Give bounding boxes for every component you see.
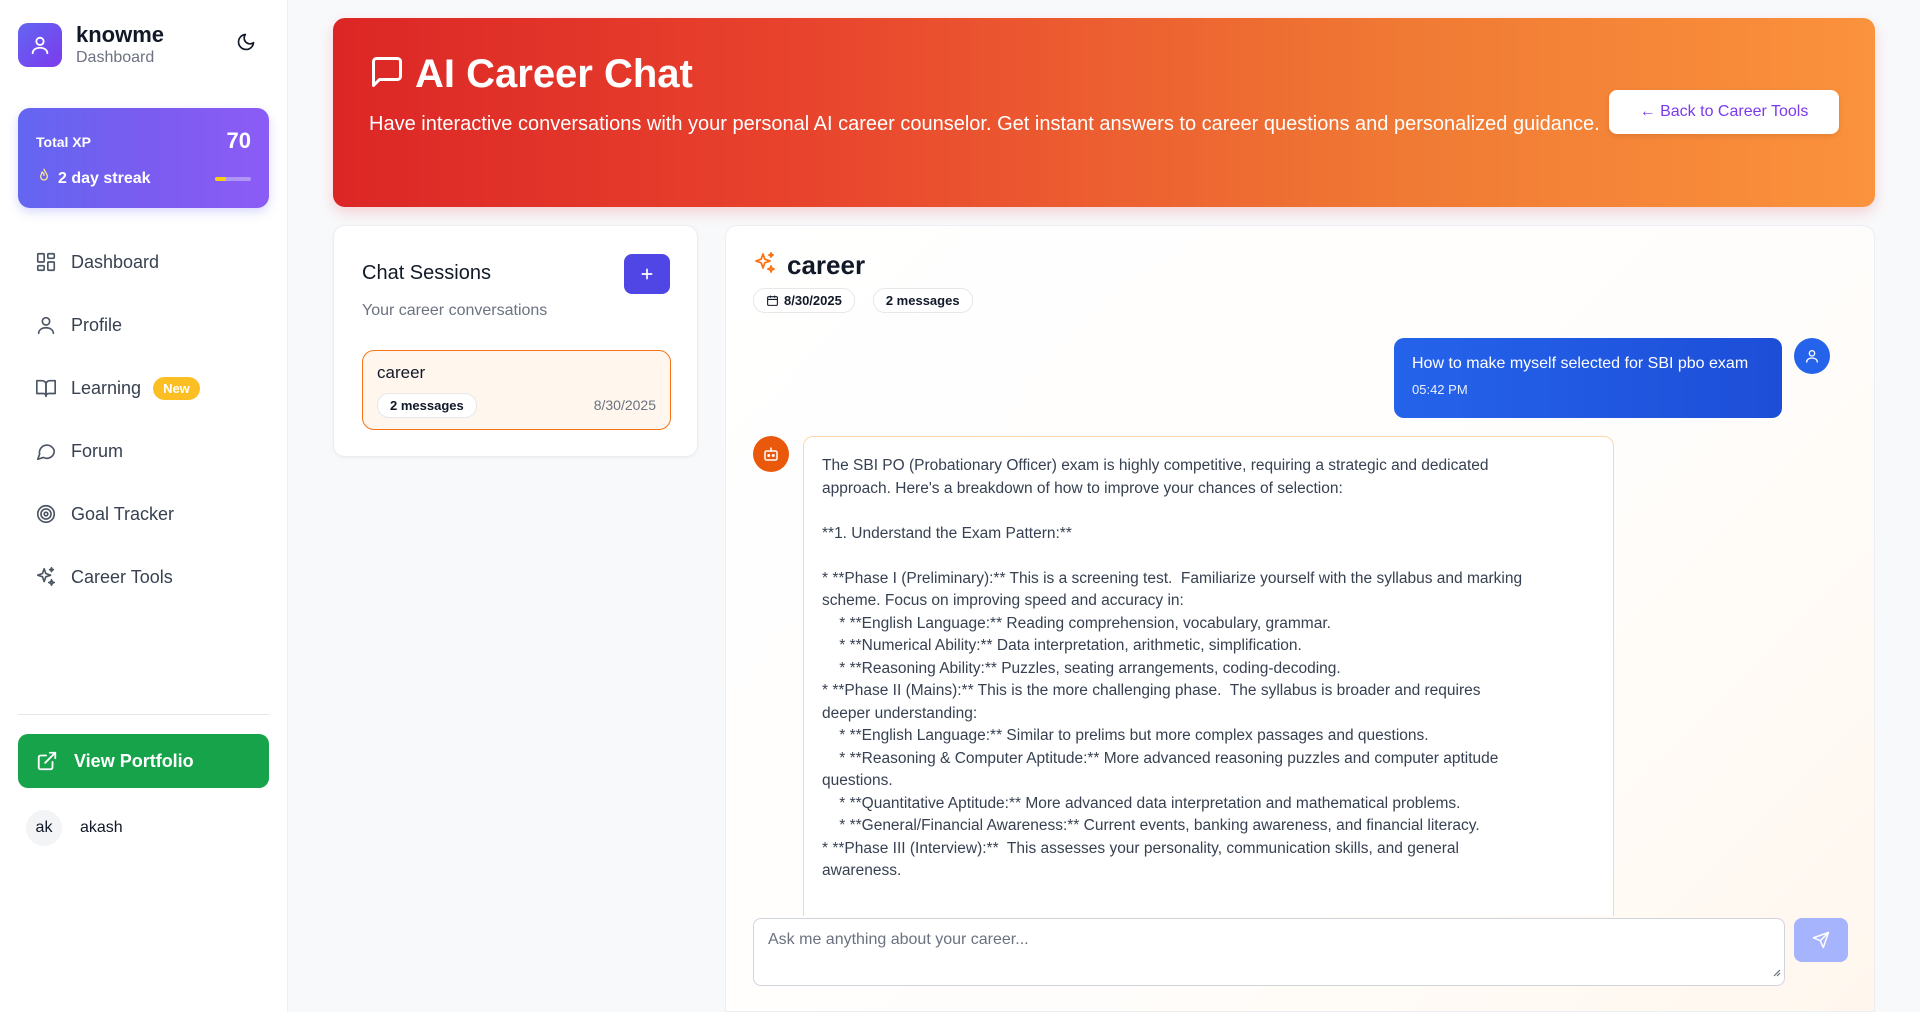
xp-progress-bar (215, 177, 251, 181)
user-message-text: How to make myself selected for SBI pbo … (1412, 355, 1749, 372)
bot-message-line: * **Reasoning Ability:** Puzzles, seatin… (822, 659, 1341, 677)
brand-name: knowme (76, 22, 165, 47)
new-badge: New (153, 376, 200, 400)
brand-subtitle: Dashboard (76, 49, 155, 66)
sidebar-item-label: Career Tools (71, 566, 173, 587)
chat-message-count: 2 messages (872, 288, 973, 313)
xp-progress-fill (215, 177, 226, 181)
sidebar-item-label: Forum (71, 440, 124, 461)
chat-input-wrapper (753, 918, 1785, 986)
chat-input[interactable] (754, 919, 1784, 985)
chat-date-badge: 8/30/2025 (753, 288, 855, 313)
sidebar-nav: Dashboard Profile Learning New Forum Goa… (18, 238, 269, 616)
grid-icon (36, 252, 56, 272)
brand-logo-user-icon (18, 23, 62, 67)
chat-bubble-icon (36, 444, 56, 461)
sidebar-item-forum[interactable]: Forum (18, 427, 269, 475)
xp-value: 70 (226, 128, 251, 153)
session-name: career (377, 363, 426, 382)
bot-message-line: awareness. (822, 862, 902, 879)
flame-icon (36, 168, 52, 189)
view-portfolio-label: View Portfolio (74, 750, 194, 771)
session-item[interactable]: career 2 messages 8/30/2025 (362, 350, 671, 430)
resize-handle-icon[interactable] (1771, 964, 1781, 982)
chat-bubble-icon (369, 54, 405, 95)
sidebar-item-dashboard[interactable]: Dashboard (18, 238, 269, 286)
bot-message-line: approach. Here's a breakdown of how to i… (822, 479, 1343, 497)
back-to-career-tools-button[interactable]: ← Back to Career Tools (1609, 90, 1839, 134)
send-button[interactable] (1794, 918, 1848, 962)
moon-icon[interactable] (236, 32, 260, 56)
sessions-subtitle: Your career conversations (362, 302, 548, 319)
target-icon (36, 504, 56, 524)
bot-message-line: deeper understanding: (822, 704, 978, 722)
sidebar-item-goal-tracker[interactable]: Goal Tracker (18, 490, 269, 538)
bot-message-line: * **Reasoning & Computer Aptitude:** Mor… (822, 749, 1499, 767)
sidebar-item-label: Profile (71, 314, 123, 335)
sidebar: knowme Dashboard Total XP 70 2 day strea… (0, 0, 288, 1012)
bot-message-line: scheme. Focus on improving speed and acc… (822, 592, 1184, 609)
xp-label: Total XP (36, 134, 91, 150)
book-icon (36, 379, 56, 398)
page-description: Have interactive conversations with your… (369, 113, 1600, 135)
chat-title: career (787, 250, 866, 280)
bot-message-line: **1. Understand the Exam Pattern:** (822, 524, 1072, 542)
sidebar-item-learning[interactable]: Learning New (18, 364, 269, 412)
bot-message-line (822, 545, 1595, 568)
external-link-icon (37, 751, 57, 771)
user-avatar-icon (1794, 338, 1830, 374)
chat-sessions-panel: Chat Sessions Your career conversations … (333, 225, 698, 457)
sidebar-item-label: Goal Tracker (71, 503, 175, 524)
sidebar-item-profile[interactable]: Profile (18, 301, 269, 349)
bot-message: The SBI PO (Probationary Officer) exam i… (803, 436, 1614, 916)
streak: 2 day streak (36, 168, 151, 189)
user-message-time: 05:42 PM (1412, 382, 1468, 397)
bot-message-line: * **English Language:** Similar to preli… (822, 727, 1429, 744)
sidebar-item-career-tools[interactable]: Career Tools (18, 553, 269, 601)
bot-message-line: * **Quantitative Aptitude:** More advanc… (822, 794, 1461, 812)
xp-card: Total XP 70 2 day streak (18, 108, 269, 208)
sparkles-icon (36, 567, 56, 587)
bot-message-line: * **General/Financial Awareness:** Curre… (822, 817, 1480, 834)
session-date: 8/30/2025 (593, 397, 656, 413)
avatar: ak (26, 810, 62, 846)
user-message: How to make myself selected for SBI pbo … (1394, 338, 1782, 418)
page-title: AI Career Chat (415, 52, 693, 96)
sidebar-divider (18, 714, 269, 715)
bot-message-line: * **Phase II (Mains):** This is the more… (822, 682, 1481, 699)
sparkles-icon (753, 251, 777, 280)
bot-message-line (822, 500, 1595, 523)
brand[interactable]: knowme Dashboard (18, 22, 164, 68)
sidebar-item-label: Learning (71, 377, 142, 398)
bot-message-line: * **English Language:** Reading comprehe… (822, 614, 1331, 632)
new-session-button[interactable] (624, 254, 670, 294)
bot-avatar-icon (753, 436, 789, 472)
chat-panel: career 8/30/2025 2 messages How to make … (725, 225, 1875, 1012)
page-header: AI Career Chat Have interactive conversa… (333, 18, 1875, 207)
bot-message-line: * **Phase I (Preliminary):** This is a s… (822, 569, 1523, 587)
bot-message-line: * **Phase III (Interview):** This assess… (822, 839, 1459, 857)
sidebar-item-label: Dashboard (71, 251, 160, 272)
calendar-icon (767, 295, 778, 306)
streak-text: 2 day streak (58, 169, 151, 187)
sessions-title: Chat Sessions (362, 262, 491, 284)
bot-message-line: questions. (822, 772, 893, 789)
view-portfolio-button[interactable]: View Portfolio (18, 734, 269, 788)
bot-message-line: The SBI PO (Probationary Officer) exam i… (822, 457, 1489, 474)
session-message-count: 2 messages (377, 393, 477, 418)
user-icon (37, 316, 55, 335)
chat-date: 8/30/2025 (784, 293, 842, 308)
bot-message-line: * **Numerical Ability:** Data interpreta… (822, 637, 1302, 654)
user-profile[interactable]: ak akash (26, 810, 123, 846)
send-icon (1812, 931, 1830, 949)
user-name: akash (80, 819, 123, 836)
plus-icon (641, 268, 653, 280)
